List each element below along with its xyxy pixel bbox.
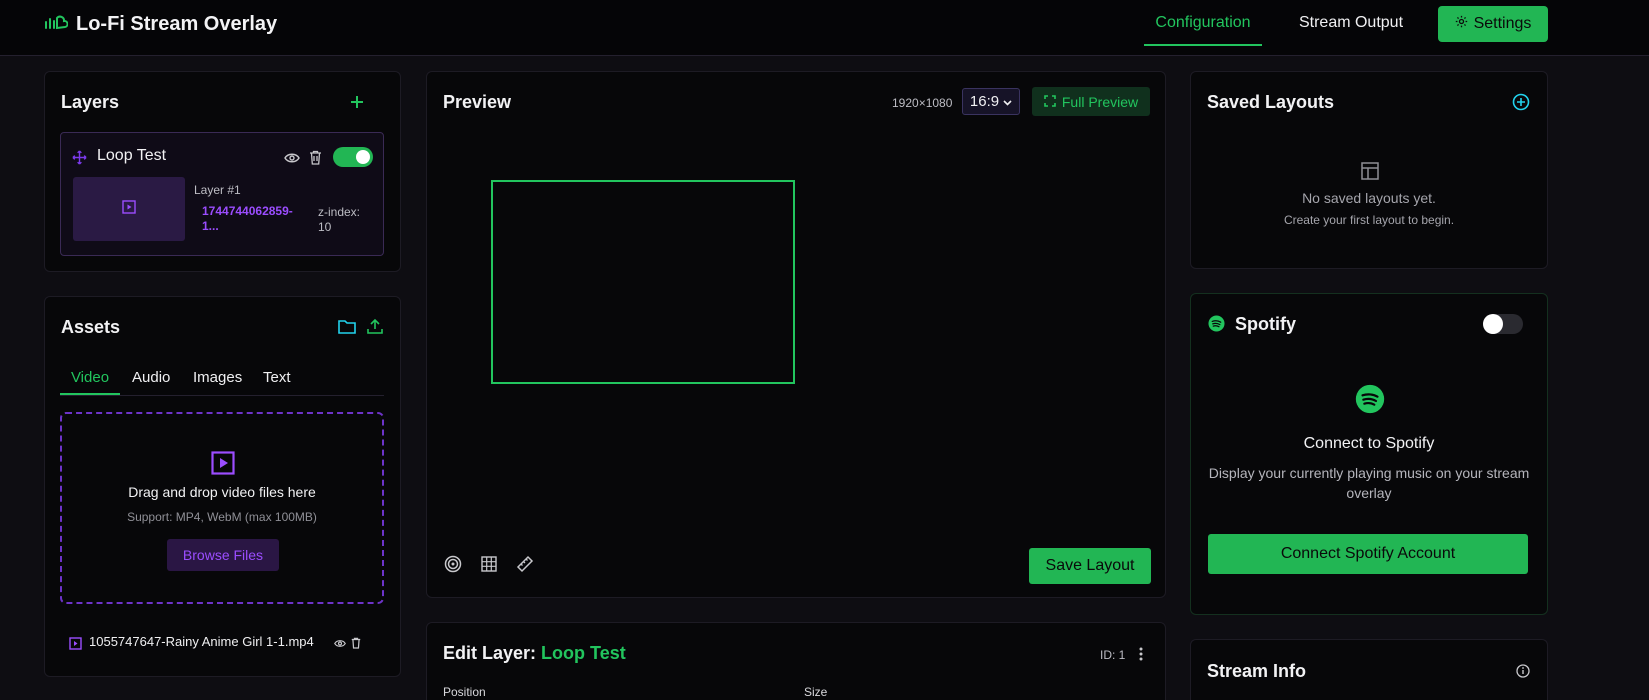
trash-icon[interactable]: [307, 148, 323, 166]
spotify-description: Display your currently playing music on …: [1208, 465, 1530, 501]
eye-icon[interactable]: [283, 149, 301, 167]
tab-stream-output[interactable]: Stream Output: [1290, 0, 1412, 46]
upload-icon[interactable]: [365, 316, 385, 336]
tab-configuration[interactable]: Configuration: [1144, 0, 1262, 46]
tab-audio[interactable]: Audio: [132, 361, 170, 395]
spotify-logo-icon: [1354, 383, 1386, 415]
video-file-icon: [210, 450, 236, 476]
asset-file-name: 1055747647-Rainy Anime Girl 1-1.mp4: [89, 634, 314, 649]
edit-layer-title: Edit Layer: Loop Test: [443, 643, 626, 664]
stream-info-title: Stream Info: [1207, 661, 1307, 681]
layers-panel: Layers Loop Test Layer #1 1744744062859-…: [44, 71, 401, 272]
ruler-icon[interactable]: [515, 554, 535, 574]
target-icon[interactable]: [443, 554, 463, 574]
tabs-divider: [60, 395, 384, 396]
chevron-down-icon: [1003, 93, 1012, 110]
settings-button[interactable]: Settings: [1438, 6, 1548, 42]
grid-icon[interactable]: [479, 554, 499, 574]
tab-text[interactable]: Text: [263, 361, 291, 395]
position-label: Position: [443, 685, 486, 699]
browse-files-button[interactable]: Browse Files: [167, 539, 279, 571]
layers-title: Layers: [61, 92, 120, 112]
top-bar: Lo-Fi Stream Overlay Configuration Strea…: [0, 0, 1649, 56]
video-play-icon: [122, 199, 136, 219]
layer-source: 1744744062859-1...: [202, 204, 293, 233]
spotify-icon: [1207, 314, 1225, 332]
layer-number: Layer #1: [194, 183, 241, 197]
save-layout-button[interactable]: Save Layout: [1029, 548, 1151, 584]
fullscreen-icon: [1044, 94, 1056, 110]
layer-thumbnail: [73, 177, 185, 241]
assets-panel: Assets Video Audio Images Text Drag and …: [44, 296, 401, 677]
video-dropzone[interactable]: Drag and drop video files here Support: …: [60, 412, 384, 604]
layer-id: ID: 1: [1100, 648, 1126, 662]
edit-layer-prefix: Edit Layer:: [443, 643, 537, 663]
more-vertical-icon[interactable]: [1135, 645, 1147, 663]
z-index-label: z-index:: [318, 205, 361, 219]
dropzone-support: Support: MP4, WebM (max 100MB): [127, 510, 317, 524]
info-icon[interactable]: [1514, 662, 1532, 680]
asset-file-item[interactable]: 1055747647-Rainy Anime Girl 1-1.mp4: [67, 633, 387, 653]
stream-info-panel: Stream Info: [1190, 639, 1548, 700]
dropzone-heading: Drag and drop video files here: [128, 484, 316, 500]
layer-bounding-box[interactable]: [491, 180, 795, 384]
video-file-icon: [67, 635, 83, 651]
layer-name: Loop Test: [97, 147, 167, 164]
assets-title: Assets: [61, 317, 121, 337]
connect-spotify-button[interactable]: Connect Spotify Account: [1208, 534, 1528, 574]
settings-label: Settings: [1473, 15, 1532, 32]
layer-z-index: z-index: 10: [318, 205, 360, 235]
layout-icon: [1360, 161, 1380, 181]
tab-video[interactable]: Video: [60, 361, 120, 395]
tab-images[interactable]: Images: [193, 361, 242, 395]
add-layout-icon[interactable]: [1511, 92, 1531, 112]
gear-icon: [1455, 15, 1468, 33]
preview-title: Preview: [443, 92, 512, 112]
size-label: Size: [804, 685, 828, 699]
saved-layouts-panel: Saved Layouts No saved layouts yet. Crea…: [1190, 71, 1548, 269]
edit-layer-name: Loop Test: [541, 643, 626, 663]
trash-icon[interactable]: [349, 636, 363, 650]
move-icon[interactable]: [71, 149, 87, 165]
eye-icon[interactable]: [333, 636, 347, 650]
layer-item[interactable]: Loop Test Layer #1 1744744062859-1... z-…: [60, 132, 384, 256]
z-index-value: 10: [318, 220, 332, 234]
spotify-title: Spotify: [1235, 314, 1296, 334]
soundwave-cloud-icon: [44, 12, 69, 37]
aspect-ratio-value: 16:9: [969, 93, 1000, 110]
spotify-panel: Spotify Connect to Spotify Display your …: [1190, 293, 1548, 615]
app-logo: Lo-Fi Stream Overlay: [44, 12, 277, 37]
saved-layouts-title: Saved Layouts: [1207, 92, 1335, 112]
spotify-heading: Connect to Spotify: [1303, 435, 1435, 452]
add-layer-icon[interactable]: [345, 92, 369, 112]
layer-visibility-toggle[interactable]: [333, 147, 373, 167]
spotify-toggle[interactable]: [1483, 314, 1523, 334]
app-title: Lo-Fi Stream Overlay: [76, 13, 278, 35]
folder-icon[interactable]: [337, 316, 357, 336]
full-preview-label: Full Preview: [1061, 93, 1139, 110]
edit-layer-panel: Edit Layer: Loop Test ID: 1 Position Siz…: [426, 622, 1166, 700]
full-preview-button[interactable]: Full Preview: [1032, 87, 1150, 116]
saved-layouts-empty: No saved layouts yet.: [1302, 190, 1436, 206]
aspect-ratio-select[interactable]: 16:9: [962, 88, 1020, 115]
preview-panel: Preview 1920×1080 16:9 Full Preview Save…: [426, 71, 1166, 598]
saved-layouts-hint: Create your first layout to begin.: [1283, 213, 1455, 227]
resolution-label: 1920×1080: [892, 96, 953, 110]
